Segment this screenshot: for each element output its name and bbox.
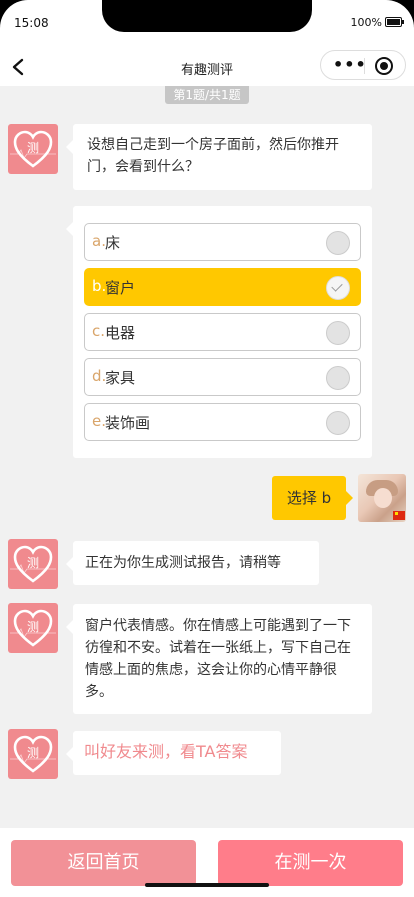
option-e[interactable]: e. 装饰画: [84, 403, 361, 441]
bot-avatar-label: 测: [26, 556, 39, 570]
question-progress-badge: 第1题/共1题: [165, 86, 249, 104]
china-flag-icon: [393, 511, 405, 520]
option-label: 窗户: [105, 279, 136, 297]
option-d[interactable]: d. 家具: [84, 358, 361, 396]
battery-icon: [385, 17, 404, 27]
mini-program-capsule: •••: [320, 50, 406, 80]
bot-avatar: 测: [8, 729, 58, 779]
checkmark-icon: [326, 276, 350, 300]
radio-icon: [326, 231, 350, 255]
battery-percent: 100%: [350, 16, 382, 29]
retry-test-button[interactable]: 在测一次: [218, 840, 403, 886]
back-home-button[interactable]: 返回首页: [11, 840, 196, 886]
option-label: 装饰画: [105, 414, 151, 432]
user-avatar: [358, 474, 406, 522]
option-letter: c.: [92, 322, 106, 340]
option-b[interactable]: b. 窗户: [84, 268, 361, 306]
radio-icon: [326, 411, 350, 435]
user-answer-bubble: 选择 b: [272, 476, 353, 520]
target-icon[interactable]: [375, 57, 393, 75]
options-card: a. 床 b. 窗户 c. 电器 d. 家具 e. 装饰画: [66, 206, 372, 458]
status-time: 15:08: [14, 16, 49, 30]
more-dots-icon[interactable]: •••: [333, 57, 367, 73]
result-message: 窗户代表情感。你在情感上可能遇到了一下彷徨和不安。试着在一张纸上，写下自己在情感…: [66, 604, 372, 714]
option-label: 床: [105, 234, 121, 252]
share-link[interactable]: 叫好友来测，看TA答案: [66, 731, 281, 775]
bot-avatar-label: 测: [26, 141, 39, 155]
home-indicator: [145, 883, 269, 887]
radio-icon: [326, 366, 350, 390]
bot-avatar-label: 测: [26, 620, 39, 634]
option-letter: e.: [92, 412, 106, 430]
nav-bar: 有趣测评 •••: [0, 48, 414, 86]
device-notch: [102, 0, 312, 32]
bot-avatar: 测: [8, 539, 58, 589]
capsule-divider: [364, 58, 365, 74]
bot-avatar-label: 测: [26, 746, 39, 760]
bot-avatar: 测: [8, 124, 58, 174]
avatar-face: [374, 488, 392, 508]
option-letter: a.: [92, 232, 106, 250]
option-label: 家具: [105, 369, 136, 387]
option-a[interactable]: a. 床: [84, 223, 361, 261]
option-label: 电器: [105, 324, 136, 342]
radio-icon: [326, 321, 350, 345]
generating-message: 正在为你生成测试报告，请稍等: [66, 541, 319, 585]
option-c[interactable]: c. 电器: [84, 313, 361, 351]
question-bubble: 设想自己走到一个房子面前，然后你推开门，会看到什么？: [66, 124, 372, 190]
bot-avatar: 测: [8, 603, 58, 653]
